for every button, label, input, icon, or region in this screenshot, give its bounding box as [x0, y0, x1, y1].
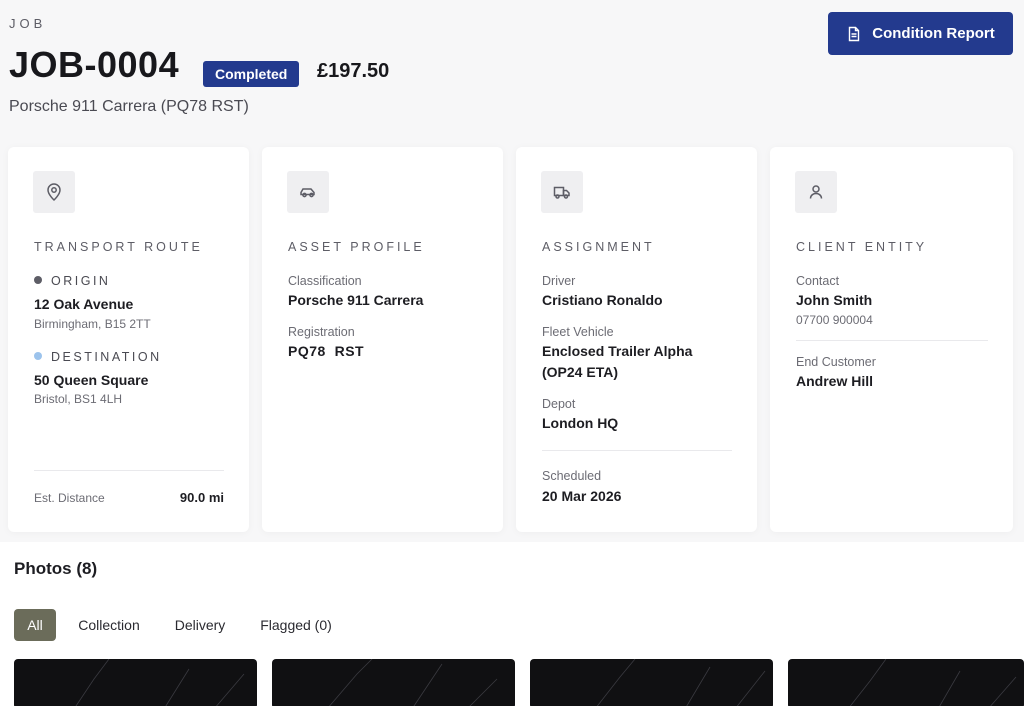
card-title: TRANSPORT ROUTE [34, 240, 203, 254]
car-icon [287, 171, 329, 213]
destination-city: Bristol, BS1 4LH [34, 392, 123, 406]
page-eyebrow: JOB [9, 16, 47, 31]
map-pin-icon [33, 171, 75, 213]
end-customer-label: End Customer [796, 355, 876, 369]
truck-icon [541, 171, 583, 213]
divider [542, 450, 732, 451]
contact-name: John Smith [796, 292, 873, 308]
asset-profile-card: ASSET PROFILE Classification Porsche 911… [262, 147, 503, 532]
photos-title: Photos (8) [14, 559, 98, 578]
filter-delivery[interactable]: Delivery [166, 609, 234, 641]
divider [796, 340, 988, 341]
page-title: JOB-0004 [9, 44, 180, 85]
depot-value: London HQ [542, 415, 619, 431]
status-badge: Completed [203, 61, 300, 87]
photo-thumbnail[interactable] [530, 659, 773, 706]
contact-phone: 07700 900004 [796, 313, 873, 327]
distance-value: 90.0 mi [179, 490, 224, 505]
origin-label: ORIGIN [34, 274, 110, 288]
contact-label: Contact [796, 274, 840, 288]
user-icon [795, 171, 837, 213]
assignment-card: ASSIGNMENT Driver Cristiano Ronaldo Flee… [516, 147, 757, 532]
job-price: £197.50 [317, 60, 390, 82]
filter-collection[interactable]: Collection [68, 609, 150, 641]
classification-label: Classification [288, 274, 362, 288]
photo-thumbnail[interactable] [272, 659, 515, 706]
driver-label: Driver [542, 274, 576, 288]
divider [34, 470, 224, 471]
origin-address: 12 Oak Avenue [34, 296, 134, 312]
photo-thumbnail[interactable] [14, 659, 257, 706]
scheduled-label: Scheduled [542, 469, 602, 483]
classification-value: Porsche 911 Carrera [288, 292, 424, 308]
depot-label: Depot [542, 397, 576, 411]
job-header: JOB JOB-0004 Completed £197.50 Porsche 9… [0, 0, 1024, 140]
photo-thumbnail[interactable] [788, 659, 1024, 706]
vehicle-subtitle: Porsche 911 Carrera (PQ78 RST) [9, 98, 249, 115]
origin-city: Birmingham, B15 2TT [34, 317, 151, 331]
registration-label: Registration [288, 325, 355, 339]
fleet-vehicle-reg: (OP24 ETA) [542, 364, 618, 380]
fleet-vehicle-value: Enclosed Trailer Alpha [542, 343, 693, 359]
scheduled-value: 20 Mar 2026 [542, 488, 622, 504]
fleet-vehicle-label: Fleet Vehicle [542, 325, 614, 339]
filter-flagged[interactable]: Flagged (0) [252, 609, 340, 641]
distance-label: Est. Distance [34, 491, 105, 505]
card-title: CLIENT ENTITY [796, 240, 928, 254]
registration-value: PQ78 RST [288, 343, 365, 359]
photos-section: Photos (8) All Collection Delivery Flagg… [0, 542, 1024, 706]
client-entity-card: CLIENT ENTITY Contact John Smith 07700 9… [770, 147, 1013, 532]
origin-dot [34, 276, 42, 284]
transport-route-card: TRANSPORT ROUTE ORIGIN 12 Oak Avenue Bir… [8, 147, 249, 532]
condition-report-label: Condition Report [872, 25, 995, 42]
destination-address: 50 Queen Square [34, 372, 149, 388]
filter-all[interactable]: All [14, 609, 56, 641]
destination-label: DESTINATION [34, 350, 162, 364]
destination-dot [34, 352, 42, 360]
condition-report-button[interactable]: Condition Report [828, 12, 1013, 55]
driver-value: Cristiano Ronaldo [542, 292, 663, 308]
document-icon [849, 26, 860, 41]
card-title: ASSET PROFILE [288, 240, 425, 254]
card-title: ASSIGNMENT [542, 240, 655, 254]
end-customer-value: Andrew Hill [796, 373, 874, 389]
